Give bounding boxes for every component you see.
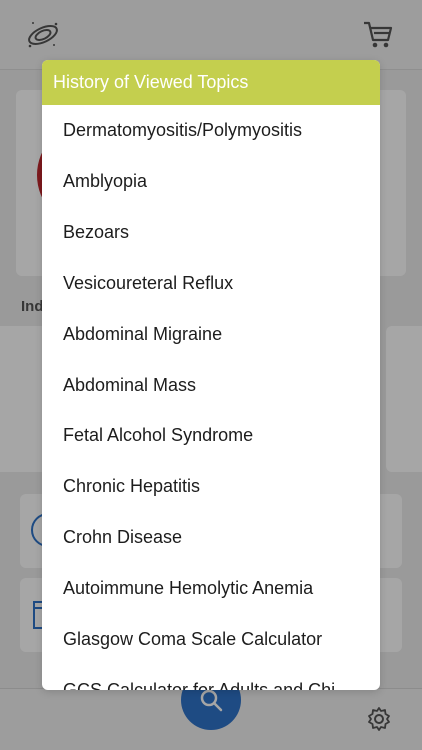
- topic-item[interactable]: Autoimmune Hemolytic Anemia: [42, 563, 380, 614]
- topic-item[interactable]: Bezoars: [42, 207, 380, 258]
- topic-item[interactable]: Crohn Disease: [42, 512, 380, 563]
- topic-item[interactable]: Glasgow Coma Scale Calculator: [42, 614, 380, 665]
- topic-item[interactable]: Chronic Hepatitis: [42, 461, 380, 512]
- topic-item[interactable]: Amblyopia: [42, 156, 380, 207]
- app-screen: Ind History of Viewed Topics Dermatomyos…: [0, 0, 422, 750]
- topic-item[interactable]: Dermatomyositis/Polymyositis: [42, 105, 380, 156]
- topic-item[interactable]: Fetal Alcohol Syndrome: [42, 410, 380, 461]
- topic-list: Dermatomyositis/Polymyositis Amblyopia B…: [42, 105, 380, 690]
- modal-title: History of Viewed Topics: [42, 60, 380, 105]
- history-modal: History of Viewed Topics Dermatomyositis…: [42, 60, 380, 690]
- topic-item[interactable]: Abdominal Mass: [42, 360, 380, 411]
- topic-item[interactable]: Vesicoureteral Reflux: [42, 258, 380, 309]
- topic-item[interactable]: GCS Calculator for Adults and Chi: [42, 665, 380, 690]
- topic-item[interactable]: Abdominal Migraine: [42, 309, 380, 360]
